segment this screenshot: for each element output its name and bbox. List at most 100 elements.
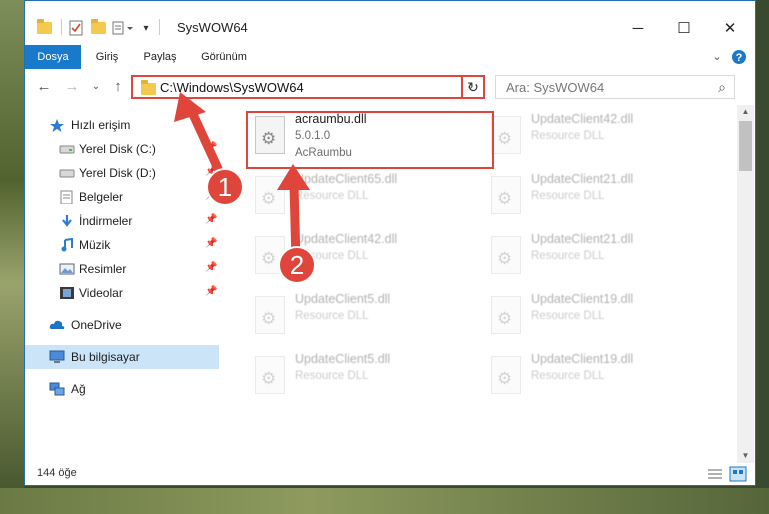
sidebar-item-label: Ağ	[71, 382, 86, 396]
file-description: Resource DLL	[531, 250, 605, 262]
file-item[interactable]: ⚙ UpdateClient5.dll Resource DLL	[245, 289, 475, 343]
dll-file-icon: ⚙	[491, 296, 521, 334]
search-icon: ⌕	[718, 79, 726, 95]
file-item[interactable]: ⚙ UpdateClient42.dll Resource DLL	[481, 109, 711, 163]
address-bar[interactable]: C:\Windows\SysWOW64 ⌄	[131, 75, 485, 99]
file-description: Resource DLL	[531, 190, 605, 202]
tab-view[interactable]: Görünüm	[193, 45, 255, 69]
desktop-background-bottom	[0, 488, 769, 514]
explorer-window: ▾ SysWOW64 ─ ☐ ✕ Dosya Giriş Paylaş Görü…	[24, 0, 756, 486]
status-bar: 144 öğe	[25, 463, 755, 485]
vertical-scrollbar[interactable]: ▲ ▼	[737, 105, 754, 463]
sidebar-item-documents[interactable]: Belgeler 📌	[25, 185, 219, 209]
maximize-button[interactable]: ☐	[661, 15, 707, 43]
file-description: Resource DLL	[531, 370, 605, 382]
large-icons-view-icon[interactable]	[729, 466, 747, 482]
dll-file-icon: ⚙	[255, 296, 285, 334]
address-path: C:\Windows\SysWOW64	[160, 80, 304, 95]
new-folder-icon[interactable]	[89, 19, 107, 37]
search-box[interactable]: Ara: SysWOW64 ⌕	[495, 75, 735, 99]
close-button[interactable]: ✕	[707, 15, 753, 43]
sidebar-item-network[interactable]: Ağ	[25, 377, 219, 401]
dll-file-icon: ⚙	[255, 176, 285, 214]
pin-icon: 📌	[205, 238, 218, 249]
item-count: 144 öğe	[37, 467, 77, 479]
sidebar-item-this-pc[interactable]: Bu bilgisayar	[25, 345, 219, 369]
star-icon	[50, 119, 64, 132]
navigation-pane: Hızlı erişim Yerel Disk (C:) 📌 Yerel Dis…	[25, 105, 219, 461]
file-name: UpdateClient19.dll	[531, 292, 634, 306]
ribbon-tabs: Dosya Giriş Paylaş Görünüm ⌄ ?	[25, 45, 755, 70]
pin-icon: 📌	[205, 286, 218, 297]
file-item[interactable]: ⚙ UpdateClient19.dll Resource DLL	[481, 289, 711, 343]
pin-icon: 📌	[205, 214, 218, 225]
file-description: Resource DLL	[531, 130, 605, 142]
recent-locations-button[interactable]: ⌄	[87, 77, 105, 97]
dll-file-icon: ⚙	[255, 356, 285, 394]
sidebar-item-music[interactable]: Müzik 📌	[25, 233, 219, 257]
scrollbar-thumb[interactable]	[739, 121, 752, 171]
desktop-background	[0, 0, 24, 514]
computer-icon	[49, 350, 65, 363]
pictures-icon	[59, 263, 75, 275]
divider	[159, 19, 160, 35]
up-button[interactable]: ↑	[109, 77, 127, 97]
step-badge-1: 1	[206, 168, 244, 206]
file-item[interactable]: ⚙ UpdateClient65.dll Resource DLL	[245, 169, 475, 223]
sidebar-item-label: Bu bilgisayar	[71, 350, 140, 364]
customize-toolbar-icon[interactable]	[111, 19, 135, 37]
window-title: SysWOW64	[177, 20, 248, 35]
download-icon	[62, 215, 72, 227]
refresh-button[interactable]: ↻	[461, 75, 485, 99]
title-bar: ▾ SysWOW64 ─ ☐ ✕	[25, 1, 755, 45]
cloud-icon	[49, 320, 65, 329]
documents-icon	[60, 190, 73, 204]
file-item[interactable]: ⚙ UpdateClient19.dll Resource DLL	[481, 349, 711, 403]
sidebar-item-label: Yerel Disk (D:)	[79, 166, 156, 180]
tab-file[interactable]: Dosya	[25, 45, 81, 69]
sidebar-item-label: Müzik	[79, 238, 111, 252]
step-badge-2: 2	[278, 246, 316, 284]
scroll-up-arrow[interactable]: ▲	[737, 105, 754, 119]
sidebar-item-local-disk-c[interactable]: Yerel Disk (C:) 📌	[25, 137, 219, 161]
pin-icon: 📌	[205, 142, 218, 153]
music-icon	[61, 238, 73, 252]
highlight-box	[246, 111, 494, 169]
sidebar-item-videos[interactable]: Videolar 📌	[25, 281, 219, 305]
sidebar-item-pictures[interactable]: Resimler 📌	[25, 257, 219, 281]
tab-home[interactable]: Giriş	[87, 45, 127, 69]
file-description: Resource DLL	[295, 310, 369, 322]
dropdown-arrow-icon[interactable]: ▾	[139, 19, 153, 37]
sidebar-item-local-disk-d[interactable]: Yerel Disk (D:) 📌	[25, 161, 219, 185]
search-placeholder: Ara: SysWOW64	[506, 80, 605, 95]
sidebar-item-label: Resimler	[79, 262, 127, 276]
file-name: UpdateClient42.dll	[531, 112, 634, 126]
sidebar-item-label: Videolar	[79, 286, 123, 300]
file-name: UpdateClient21.dll	[531, 172, 634, 186]
tab-share[interactable]: Paylaş	[135, 45, 185, 69]
minimize-button[interactable]: ─	[615, 15, 661, 43]
file-name: UpdateClient19.dll	[531, 352, 634, 366]
dll-file-icon: ⚙	[491, 236, 521, 274]
videos-icon	[60, 287, 74, 299]
back-button[interactable]: ←	[35, 77, 53, 97]
sidebar-item-quick-access[interactable]: Hızlı erişim	[25, 113, 219, 137]
details-view-icon[interactable]	[707, 467, 723, 481]
drive-icon	[59, 169, 75, 178]
svg-text:?: ?	[736, 52, 743, 64]
properties-icon[interactable]	[67, 19, 85, 37]
sidebar-item-label: Hızlı erişim	[71, 118, 131, 132]
file-item[interactable]: ⚙ UpdateClient21.dll Resource DLL	[481, 169, 711, 223]
chevron-down-icon[interactable]: ⌄	[709, 45, 725, 69]
help-icon[interactable]: ?	[729, 45, 749, 69]
network-icon	[49, 382, 65, 396]
file-item[interactable]: ⚙ UpdateClient5.dll Resource DLL	[245, 349, 475, 403]
pin-icon: 📌	[205, 262, 218, 273]
sidebar-item-onedrive[interactable]: OneDrive	[25, 313, 219, 337]
file-item[interactable]: ⚙ UpdateClient21.dll Resource DLL	[481, 229, 711, 283]
divider	[61, 19, 62, 35]
sidebar-item-label: Belgeler	[79, 190, 124, 204]
sidebar-item-downloads[interactable]: İndirmeler 📌	[25, 209, 219, 233]
scroll-down-arrow[interactable]: ▼	[737, 449, 754, 463]
forward-button[interactable]: →	[63, 77, 81, 97]
